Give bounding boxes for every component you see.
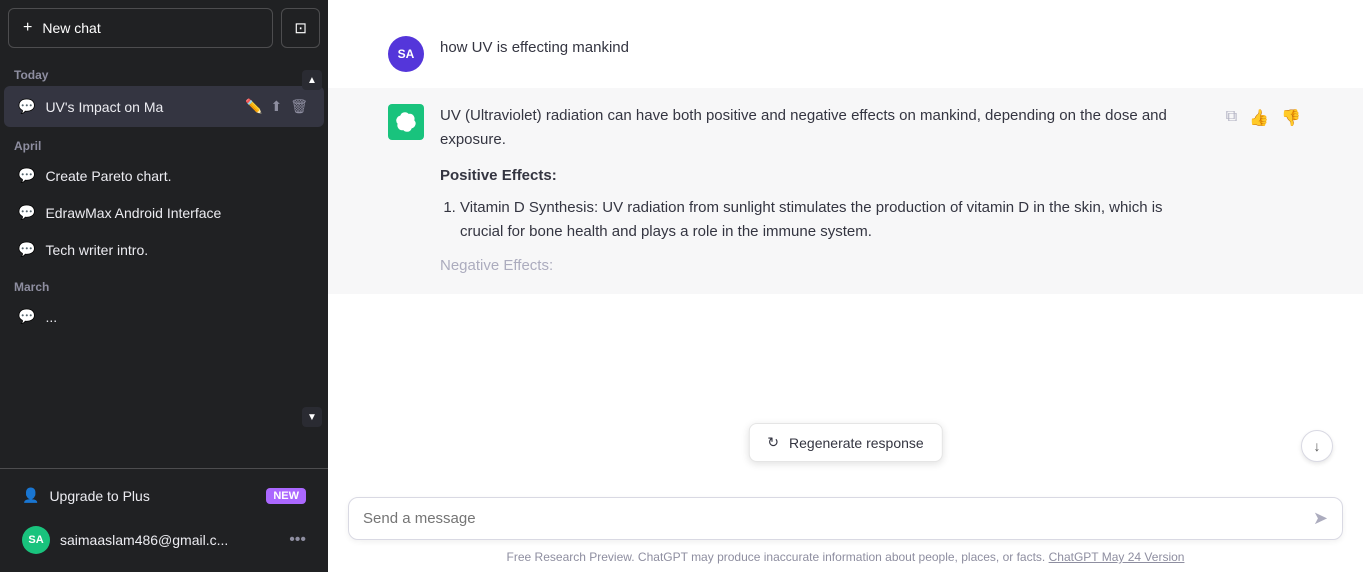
regenerate-label: Regenerate response xyxy=(789,435,924,451)
chat-icon: 💬 xyxy=(18,308,35,325)
ai-intro-text: UV (Ultraviolet) radiation can have both… xyxy=(440,104,1208,152)
edit-chat-button[interactable]: ✏️ xyxy=(243,96,264,117)
message-input[interactable] xyxy=(363,510,1303,527)
input-box: ➤ xyxy=(348,497,1343,540)
section-today: Today xyxy=(0,56,328,86)
chat-item-actions: ✏️ ⬆ 🗑 xyxy=(243,96,310,117)
sidebar-scroll-area[interactable]: Today 💬 UV's Impact on Ma ✏️ ⬆ 🗑 April 💬… xyxy=(0,56,328,468)
copy-button[interactable]: ⧉ xyxy=(1224,106,1239,128)
positive-effects-list: Vitamin D Synthesis: UV radiation from s… xyxy=(440,196,1208,244)
chat-item-text: ... xyxy=(45,309,310,325)
list-item-1: Vitamin D Synthesis: UV radiation from s… xyxy=(460,196,1208,244)
footer-note: Free Research Preview. ChatGPT may produ… xyxy=(328,546,1363,572)
send-icon: ➤ xyxy=(1313,508,1328,529)
user-message-row: SA how UV is effecting mankind xyxy=(328,20,1363,88)
user-profile-row[interactable]: SA saimaaslam486@gmail.c... ••• xyxy=(8,516,320,564)
sidebar-bottom: 👤 Upgrade to Plus NEW SA saimaaslam486@g… xyxy=(0,468,328,572)
scroll-up-button[interactable]: ▲ xyxy=(302,70,322,90)
share-chat-button[interactable]: ⬆ xyxy=(268,96,284,117)
user-menu-button[interactable]: ••• xyxy=(289,531,306,549)
layout-icon: ⊡ xyxy=(294,19,307,37)
user-email: saimaaslam486@gmail.c... xyxy=(60,532,279,548)
ai-message-content: UV (Ultraviolet) radiation can have both… xyxy=(440,104,1208,278)
chat-icon: 💬 xyxy=(18,167,35,184)
thumbs-down-button[interactable]: 👎 xyxy=(1279,106,1303,130)
sidebar: + New chat ⊡ ▲ Today 💬 UV's Impact on Ma… xyxy=(0,0,328,572)
new-chat-label: New chat xyxy=(42,20,100,36)
chat-item-march[interactable]: 💬 ... xyxy=(4,298,324,335)
chat-icon: 💬 xyxy=(18,98,35,115)
scroll-to-bottom-button[interactable]: ↓ xyxy=(1301,430,1333,462)
chat-messages: SA how UV is effecting mankind UV (Ultra… xyxy=(328,0,1363,487)
section-march: March xyxy=(0,268,328,298)
upgrade-to-plus-button[interactable]: 👤 Upgrade to Plus NEW xyxy=(8,477,320,514)
new-badge: NEW xyxy=(266,488,306,504)
chat-item-pareto[interactable]: 💬 Create Pareto chart. xyxy=(4,157,324,194)
chat-item-text: UV's Impact on Ma xyxy=(45,99,233,115)
layout-toggle-button[interactable]: ⊡ xyxy=(281,8,320,48)
chat-item-text: EdrawMax Android Interface xyxy=(45,205,310,221)
send-button[interactable]: ➤ xyxy=(1313,508,1328,529)
plus-icon: + xyxy=(23,19,32,37)
regenerate-popup[interactable]: ↻ Regenerate response xyxy=(748,423,942,462)
chat-item-text: Tech writer intro. xyxy=(45,242,310,258)
sidebar-top: + New chat ⊡ xyxy=(0,0,328,56)
chat-item-uv-impact[interactable]: 💬 UV's Impact on Ma ✏️ ⬆ 🗑 xyxy=(4,86,324,127)
delete-chat-button[interactable]: 🗑 xyxy=(288,96,310,117)
chevron-down-icon: ↓ xyxy=(1314,438,1321,454)
chat-item-text: Create Pareto chart. xyxy=(45,168,310,184)
upgrade-label: Upgrade to Plus xyxy=(49,488,149,504)
scroll-down-button[interactable]: ▼ xyxy=(302,407,322,427)
input-area: ➤ xyxy=(328,487,1363,546)
ai-avatar xyxy=(388,104,424,140)
regenerate-icon: ↻ xyxy=(767,434,779,451)
chat-item-edrawmax[interactable]: 💬 EdrawMax Android Interface xyxy=(4,194,324,231)
main-chat-area: SA how UV is effecting mankind UV (Ultra… xyxy=(328,0,1363,572)
thumbs-up-button[interactable]: 👍 xyxy=(1247,106,1271,130)
chat-icon: 💬 xyxy=(18,204,35,221)
person-icon: 👤 xyxy=(22,487,39,504)
footer-link[interactable]: ChatGPT May 24 Version xyxy=(1049,550,1185,564)
user-avatar: SA xyxy=(388,36,424,72)
chat-icon: 💬 xyxy=(18,241,35,258)
chat-item-tech-writer[interactable]: 💬 Tech writer intro. xyxy=(4,231,324,268)
ai-message-actions: ⧉ 👍 👎 xyxy=(1224,104,1303,130)
footer-text: Free Research Preview. ChatGPT may produ… xyxy=(507,550,1046,564)
negative-effects-label: Negative Effects: xyxy=(440,254,1208,278)
avatar: SA xyxy=(22,526,50,554)
new-chat-button[interactable]: + New chat xyxy=(8,8,273,48)
section-april: April xyxy=(0,127,328,157)
ai-message-row: UV (Ultraviolet) radiation can have both… xyxy=(328,88,1363,294)
user-message-text: how UV is effecting mankind xyxy=(440,36,1303,60)
positive-effects-label: Positive Effects: xyxy=(440,164,1208,188)
